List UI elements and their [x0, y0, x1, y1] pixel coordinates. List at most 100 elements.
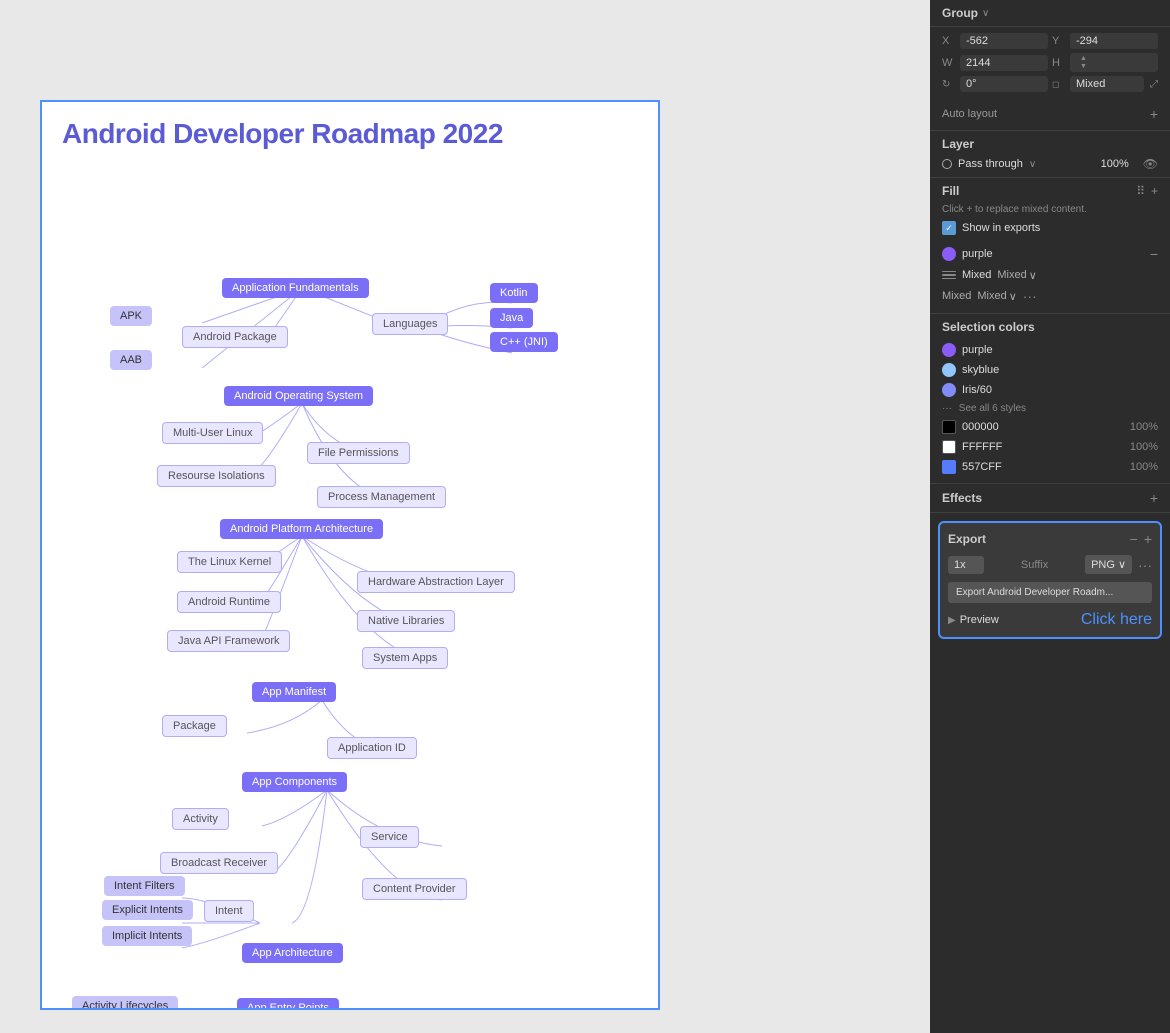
node-android-os[interactable]: Android Operating System: [224, 386, 373, 406]
node-activity-lifecycle[interactable]: Activity Lifecycles: [72, 996, 178, 1010]
group-caret[interactable]: ∨: [982, 8, 989, 19]
show-exports-checkbox[interactable]: ✓: [942, 221, 956, 235]
fill-icons: ⠿ +: [1136, 184, 1158, 198]
fill-mixed-row2: Mixed Mixed ∨ ···: [942, 285, 1158, 307]
fill-grid-icon[interactable]: ⠿: [1136, 184, 1145, 198]
effects-add-icon[interactable]: +: [1150, 490, 1158, 506]
hex-opacity-white: 100%: [1130, 441, 1158, 453]
node-implicit-intents[interactable]: Implicit Intents: [102, 926, 192, 946]
canvas-area: Android Developer Roadmap 2022: [0, 0, 930, 1033]
hex-code-black[interactable]: 000000: [962, 421, 1124, 433]
swatch-blue[interactable]: [942, 460, 956, 474]
pass-through-caret[interactable]: ∨: [1029, 159, 1036, 170]
node-apk[interactable]: APK: [110, 306, 152, 326]
pass-through-label[interactable]: Pass through: [958, 158, 1023, 170]
node-system-apps[interactable]: System Apps: [362, 647, 448, 669]
fill-options-icon[interactable]: ···: [1023, 288, 1037, 304]
format-dropdown[interactable]: PNG ∨: [1085, 555, 1132, 574]
node-app-fundamentals[interactable]: Application Fundamentals: [222, 278, 369, 298]
node-content-provider[interactable]: Content Provider: [362, 878, 467, 900]
node-android-package[interactable]: Android Package: [182, 326, 288, 348]
group-section: Group ∨: [930, 0, 1170, 27]
export-options-icon[interactable]: ···: [1138, 557, 1152, 573]
opacity-value[interactable]: 100%: [1101, 158, 1129, 170]
corner-coord: ◻ Mixed ⤢: [1052, 76, 1158, 92]
swatch-purple-sel[interactable]: [942, 343, 956, 357]
node-languages[interactable]: Languages: [372, 313, 448, 335]
node-app-entry[interactable]: App Entry Points: [237, 998, 339, 1010]
roadmap-title: Android Developer Roadmap 2022: [42, 102, 658, 158]
node-intent-filters[interactable]: Intent Filters: [104, 876, 185, 896]
node-app-id[interactable]: Application ID: [327, 737, 417, 759]
hex-row-black: 000000 100%: [942, 417, 1158, 437]
node-hw-abstraction[interactable]: Hardware Abstraction Layer: [357, 571, 515, 593]
hex-row-blue: 557CFF 100%: [942, 457, 1158, 477]
canvas-frame: Android Developer Roadmap 2022: [40, 100, 660, 1010]
w-value[interactable]: 2144: [960, 55, 1048, 71]
color-purple-sel-label: purple: [962, 344, 1158, 356]
node-service[interactable]: Service: [360, 826, 419, 848]
mixed-label1[interactable]: Mixed: [962, 269, 991, 281]
hex-code-white[interactable]: FFFFFF: [962, 441, 1124, 453]
export-add-icon[interactable]: +: [1144, 531, 1152, 547]
corner-value[interactable]: Mixed: [1070, 76, 1144, 92]
node-process-mgmt[interactable]: Process Management: [317, 486, 446, 508]
hex-opacity-blue: 100%: [1130, 461, 1158, 473]
scale-input[interactable]: [948, 556, 984, 574]
x-coord: X -562: [942, 33, 1048, 49]
node-android-platform[interactable]: Android Platform Architecture: [220, 519, 383, 539]
export-remove-icon[interactable]: −: [1130, 531, 1138, 547]
node-app-components[interactable]: App Components: [242, 772, 347, 792]
expand-icon[interactable]: ⤢: [1150, 79, 1158, 90]
node-native-libs[interactable]: Native Libraries: [357, 610, 455, 632]
node-broadcast[interactable]: Broadcast Receiver: [160, 852, 278, 874]
lines-icon1: [942, 268, 956, 282]
color-swatch-purple[interactable]: [942, 247, 956, 261]
hex-row-white: FFFFFF 100%: [942, 437, 1158, 457]
rotate-value[interactable]: 0°: [960, 76, 1048, 92]
mixed-dropdown1[interactable]: Mixed ∨: [997, 269, 1036, 282]
node-android-runtime[interactable]: Android Runtime: [177, 591, 281, 613]
swatch-white[interactable]: [942, 440, 956, 454]
node-explicit-intents[interactable]: Explicit Intents: [102, 900, 193, 920]
click-here-button[interactable]: Click here: [1081, 611, 1152, 629]
remove-fill-icon[interactable]: −: [1150, 246, 1158, 262]
node-aab[interactable]: AAB: [110, 350, 152, 370]
color-name-purple[interactable]: purple: [962, 248, 1144, 260]
node-intent[interactable]: Intent: [204, 900, 254, 922]
fill-add-icon[interactable]: +: [1151, 184, 1158, 198]
visibility-icon[interactable]: 👁: [1143, 157, 1158, 171]
hex-code-blue[interactable]: 557CFF: [962, 461, 1124, 473]
see-all-styles[interactable]: ··· See all 6 styles: [942, 400, 1158, 417]
selection-color-iris: Iris/60: [942, 380, 1158, 400]
corner-icon: ◻: [1052, 79, 1066, 90]
preview-label[interactable]: Preview: [960, 614, 999, 626]
node-app-arch[interactable]: App Architecture: [242, 943, 343, 963]
x-label: X: [942, 35, 956, 47]
node-file-perm[interactable]: File Permissions: [307, 442, 410, 464]
h-value[interactable]: ▲ ▼: [1070, 53, 1158, 72]
node-kotlin[interactable]: Kotlin: [490, 283, 538, 303]
y-value[interactable]: -294: [1070, 33, 1158, 49]
swatch-black[interactable]: [942, 420, 956, 434]
node-activity[interactable]: Activity: [172, 808, 229, 830]
h-label: H: [1052, 57, 1066, 69]
node-linux-kernel[interactable]: The Linux Kernel: [177, 551, 282, 573]
node-java[interactable]: Java: [490, 308, 533, 328]
node-multi-user[interactable]: Multi-User Linux: [162, 422, 263, 444]
mixed-dropdown2[interactable]: Mixed ∨: [977, 290, 1016, 303]
node-app-manifest[interactable]: App Manifest: [252, 682, 336, 702]
swatch-skyblue[interactable]: [942, 363, 956, 377]
swatch-iris[interactable]: [942, 383, 956, 397]
node-package[interactable]: Package: [162, 715, 227, 737]
x-value[interactable]: -562: [960, 33, 1048, 49]
node-resource-iso[interactable]: Resourse Isolations: [157, 465, 276, 487]
mixed-label2[interactable]: Mixed: [942, 290, 971, 302]
fill-note: Click + to replace mixed content.: [942, 204, 1158, 215]
effects-label: Effects: [942, 491, 982, 505]
effects-section: Effects +: [930, 484, 1170, 513]
node-java-api[interactable]: Java API Framework: [167, 630, 290, 652]
auto-layout-add-icon[interactable]: +: [1150, 106, 1158, 122]
fill-color-purple-row: purple −: [942, 243, 1158, 265]
node-cpp[interactable]: C++ (JNI): [490, 332, 558, 352]
